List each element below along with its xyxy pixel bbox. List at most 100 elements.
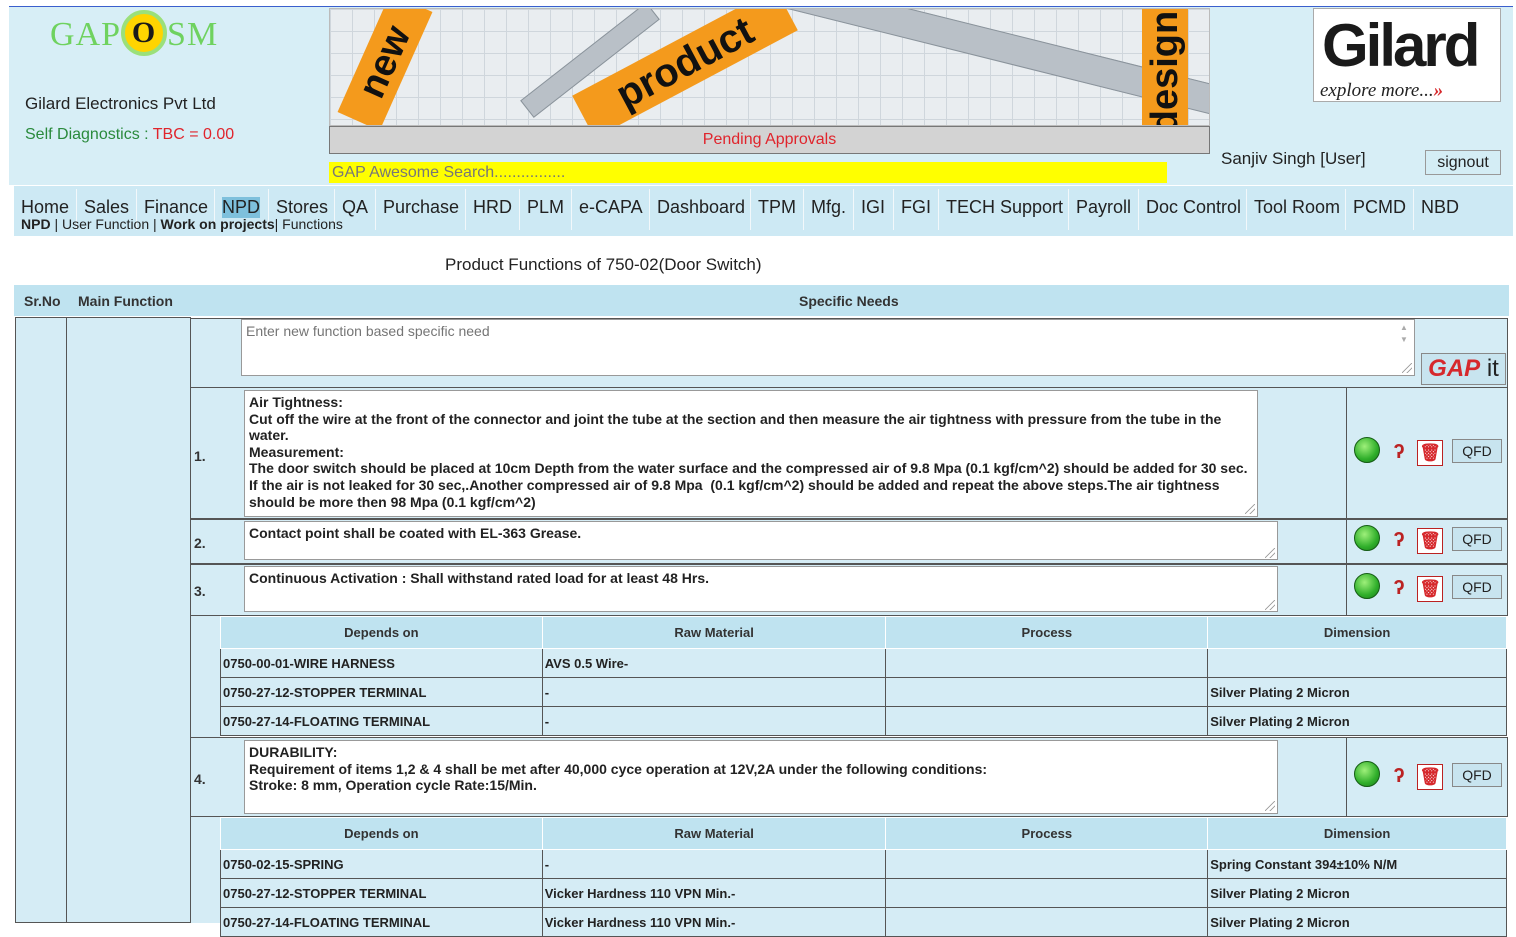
- help-icon[interactable]: ʔ: [1392, 528, 1406, 552]
- nav-item-home[interactable]: Home: [21, 197, 69, 218]
- nav-item-npd[interactable]: NPD: [222, 197, 261, 218]
- nav-item-nbd[interactable]: NBD: [1421, 197, 1459, 218]
- delete-icon[interactable]: 🗑: [1417, 440, 1443, 466]
- nav-item-tpm[interactable]: TPM: [758, 197, 796, 218]
- breadcrumb-npd[interactable]: NPD: [21, 216, 51, 232]
- table-cell: -: [541, 677, 887, 707]
- nav-separator: [465, 189, 466, 230]
- npd-banner-image: new product design: [329, 8, 1210, 126]
- resize-grip-icon[interactable]: [1245, 504, 1255, 514]
- gap-it-button[interactable]: GAP it: [1421, 353, 1506, 385]
- breadcrumb-work-on-projects[interactable]: Work on projects: [161, 216, 275, 232]
- breadcrumb: NPD | User Function | Work on projects| …: [21, 216, 343, 232]
- function-number: 1.: [194, 448, 206, 464]
- help-icon[interactable]: ʔ: [1392, 764, 1406, 788]
- delete-icon[interactable]: 🗑: [1417, 528, 1443, 554]
- new-function-textarea[interactable]: [241, 319, 1415, 376]
- qfd-button[interactable]: QFD: [1452, 575, 1502, 599]
- double-chevron-icon: »: [1433, 80, 1444, 101]
- nav-separator: [803, 189, 804, 230]
- nav-item-fgi[interactable]: FGI: [901, 197, 931, 218]
- col-srno: Sr.No: [24, 293, 61, 309]
- srno-column: [15, 317, 67, 923]
- pending-approvals-link[interactable]: Pending Approvals: [329, 126, 1210, 154]
- save-icon[interactable]: [1354, 573, 1380, 599]
- nav-item-payroll[interactable]: Payroll: [1076, 197, 1131, 218]
- qfd-button[interactable]: QFD: [1452, 527, 1502, 551]
- user-name: Sanjiv Singh [User]: [1221, 149, 1366, 168]
- nav-item-stores[interactable]: Stores: [276, 197, 328, 218]
- nav-item-sales[interactable]: Sales: [84, 197, 129, 218]
- main-function-column: [66, 317, 191, 923]
- resize-grip-icon[interactable]: [1402, 363, 1412, 373]
- nav-item-qa[interactable]: QA: [342, 197, 368, 218]
- save-icon[interactable]: [1354, 761, 1380, 787]
- banner-word-design: design: [1142, 9, 1188, 125]
- table-cell: Vicker Hardness 110 VPN Min.-: [541, 878, 887, 908]
- qfd-button[interactable]: QFD: [1452, 763, 1502, 787]
- nav-item-purchase[interactable]: Purchase: [383, 197, 459, 218]
- function-number: 4.: [194, 771, 206, 787]
- tagline-text: explore more...: [1320, 80, 1434, 101]
- company-name: Gilard Electronics Pvt Ltd: [25, 94, 216, 113]
- table-cell: AVS 0.5 Wire-: [541, 648, 887, 678]
- nav-item-pcmd[interactable]: PCMD: [1353, 197, 1406, 218]
- delete-icon[interactable]: 🗑: [1417, 764, 1443, 790]
- table-cell: -: [541, 706, 887, 736]
- resize-grip-icon[interactable]: [1265, 600, 1275, 610]
- nav-separator: [1138, 189, 1139, 230]
- self-diagnostics[interactable]: Self Diagnostics : TBC = 0.00: [25, 126, 234, 144]
- breadcrumb-functions[interactable]: | Functions: [275, 216, 343, 232]
- depends-header-cell: Depends on: [220, 616, 543, 649]
- nav-separator: [571, 189, 572, 230]
- depends-header-cell: Raw Material: [541, 616, 887, 649]
- depends-indent: [190, 616, 220, 738]
- depends-header-cell: Dimension: [1207, 817, 1507, 850]
- nav-separator: [750, 189, 751, 230]
- nav-item-doc-control[interactable]: Doc Control: [1146, 197, 1241, 218]
- nav-item-igi[interactable]: IGI: [861, 197, 885, 218]
- nav-item-plm[interactable]: PLM: [527, 197, 564, 218]
- table-cell: 0750-02-15-SPRING: [220, 849, 543, 879]
- nav-separator: [1068, 189, 1069, 230]
- table-cell: [885, 648, 1209, 678]
- depends-header-row: Depends on Raw Material Process Dimension: [220, 817, 1507, 850]
- delete-icon[interactable]: 🗑: [1417, 576, 1443, 602]
- nav-item-mfg[interactable]: Mfg.: [811, 197, 846, 218]
- textarea-scroll-arrows[interactable]: ▲ ▼: [1397, 322, 1411, 348]
- breadcrumb-user-function[interactable]: | User Function |: [51, 216, 161, 232]
- function-text-3[interactable]: Continuous Activation : Shall withstand …: [244, 566, 1278, 612]
- qfd-button[interactable]: QFD: [1452, 439, 1502, 463]
- nav-item-tool-room[interactable]: Tool Room: [1254, 197, 1340, 218]
- gaposm-logo: GAP O SM: [50, 10, 218, 60]
- resize-grip-icon[interactable]: [1265, 548, 1275, 558]
- table-cell: Silver Plating 2 Micron: [1207, 677, 1507, 707]
- nav-item-e-capa[interactable]: e-CAPA: [579, 197, 643, 218]
- depends-header-cell: Depends on: [220, 817, 543, 850]
- nav-item-dashboard[interactable]: Dashboard: [657, 197, 745, 218]
- resize-grip-icon[interactable]: [1265, 801, 1275, 811]
- function-text-2[interactable]: Contact point shall be coated with EL-36…: [244, 521, 1278, 560]
- nav-separator: [649, 189, 650, 230]
- table-cell: Vicker Hardness 110 VPN Min.-: [541, 907, 887, 937]
- nav-item-tech-support[interactable]: TECH Support: [946, 197, 1063, 218]
- logo-text-left: GAP: [50, 15, 122, 53]
- help-icon[interactable]: ʔ: [1392, 440, 1406, 464]
- functions-table-header: Sr.No Main Function Specific Needs: [14, 285, 1509, 316]
- table-cell: [885, 677, 1209, 707]
- nav-item-hrd[interactable]: HRD: [473, 197, 512, 218]
- signout-button[interactable]: signout: [1425, 150, 1501, 175]
- save-icon[interactable]: [1354, 437, 1380, 463]
- save-icon[interactable]: [1354, 525, 1380, 551]
- nav-item-finance[interactable]: Finance: [144, 197, 208, 218]
- table-cell: 0750-27-12-STOPPER TERMINAL: [220, 677, 543, 707]
- gap-awesome-search-input[interactable]: [329, 162, 1167, 183]
- table-row: 0750-27-14-FLOATING TERMINAL Vicker Hardn…: [220, 907, 1507, 937]
- table-row: 0750-27-12-STOPPER TERMINAL Vicker Hardne…: [220, 878, 1507, 908]
- function-text-1[interactable]: Air Tightness: Cut off the wire at the f…: [244, 390, 1258, 517]
- table-cell: [885, 849, 1209, 879]
- function-text-4[interactable]: DURABILITY: Requirement of items 1,2 & 4…: [244, 740, 1278, 814]
- nav-separator: [519, 189, 520, 230]
- col-specific-needs: Specific Needs: [799, 293, 899, 309]
- help-icon[interactable]: ʔ: [1392, 576, 1406, 600]
